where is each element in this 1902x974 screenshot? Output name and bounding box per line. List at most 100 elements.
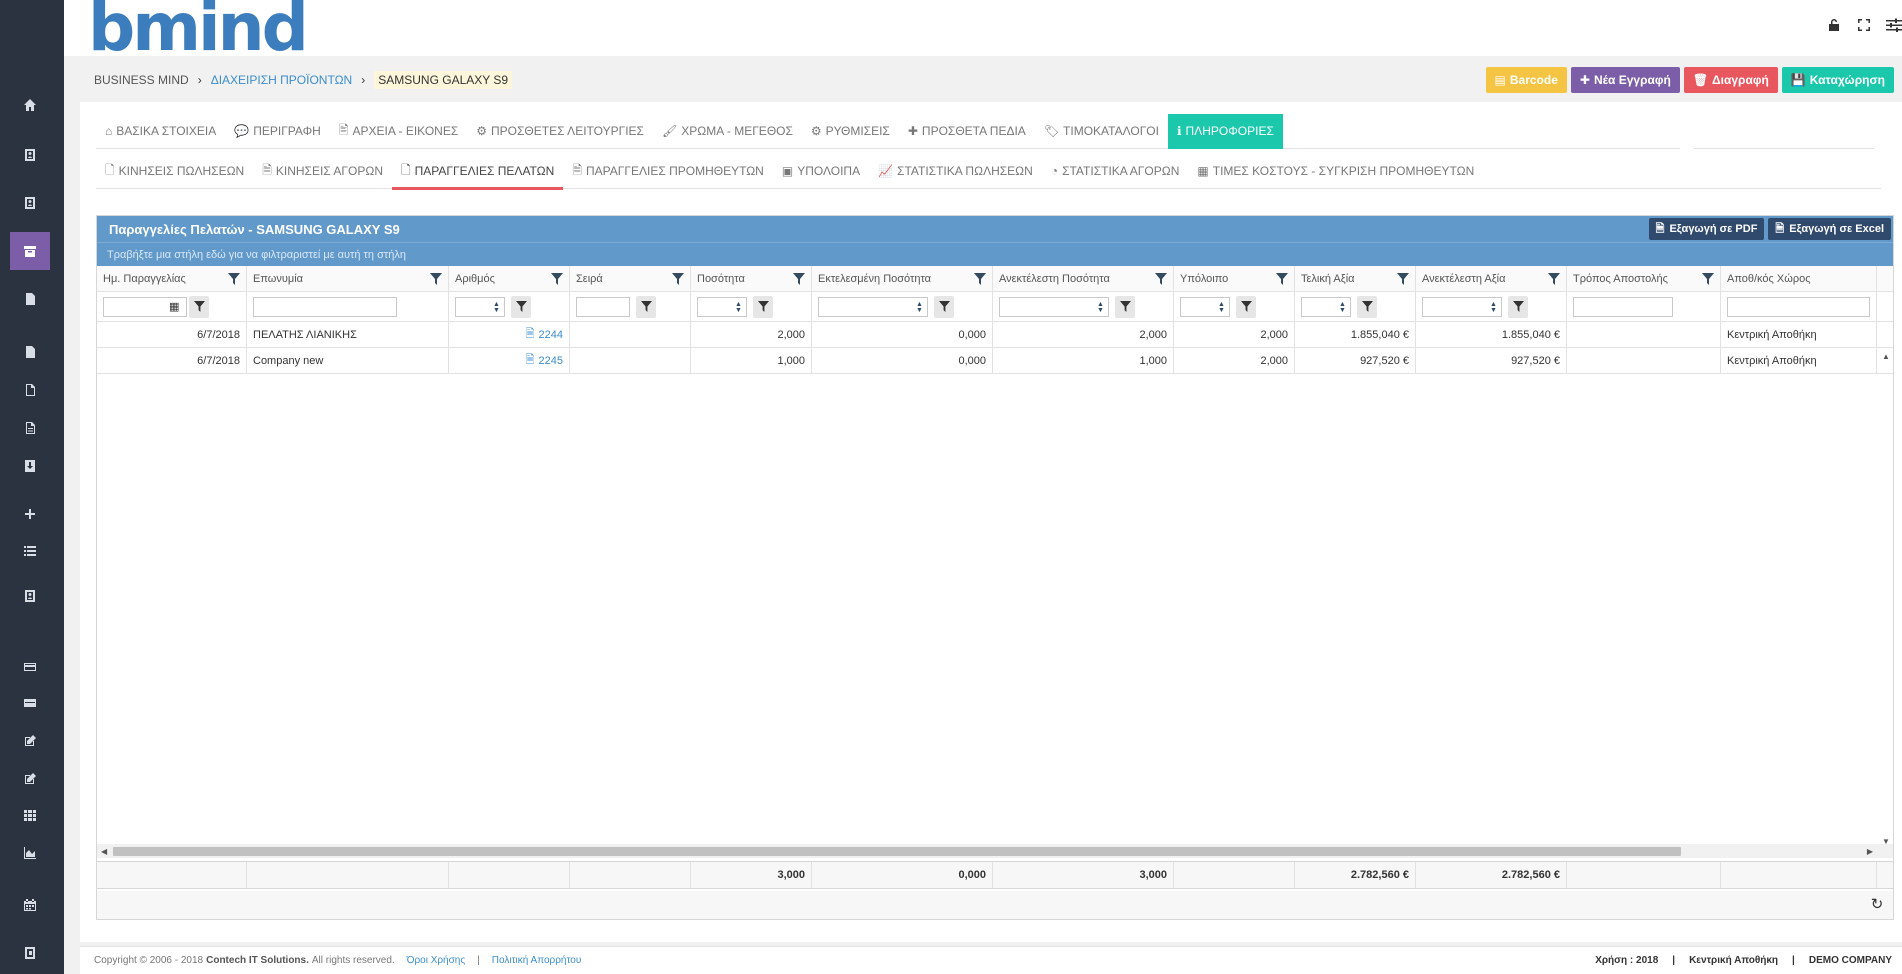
sidebar-item-orders[interactable] <box>10 409 50 447</box>
filter-icon[interactable] <box>974 272 986 285</box>
sidebar-item-contacts[interactable] <box>10 136 50 174</box>
horizontal-scroll-thumb[interactable] <box>113 847 1681 856</box>
filter-button[interactable] <box>511 295 531 318</box>
tab-extra-functions[interactable]: ⚙ ΠΡΟΣΘΕΤΕΣ ΛΕΙΤΟΥΡΓΙΕΣ <box>467 114 653 149</box>
sidebar-item-customers[interactable] <box>10 184 50 222</box>
pending-qty-filter-input[interactable]: ▲ ▼ <box>999 296 1109 317</box>
filter-icon[interactable] <box>672 272 684 285</box>
sidebar-item-users[interactable] <box>10 577 50 615</box>
spinner-arrows-icon[interactable]: ▲ ▼ <box>735 301 742 314</box>
filter-button[interactable] <box>636 295 656 318</box>
filter-icon[interactable] <box>228 272 240 285</box>
refresh-icon[interactable]: ↻ <box>1869 897 1885 913</box>
filter-icon[interactable] <box>551 272 563 285</box>
sidebar-item-lists[interactable] <box>10 532 50 570</box>
sliders-icon[interactable] <box>1886 16 1902 34</box>
app-logo[interactable]: bmind <box>88 0 309 61</box>
tab-purchase-movements[interactable]: 🗎 ΚΙΝΗΣΕΙΣ ΑΓΟΡΩΝ <box>253 154 392 189</box>
spinner-arrows-icon[interactable]: ▲ ▼ <box>1097 301 1104 314</box>
balance-filter-input[interactable]: ▲ ▼ <box>1180 296 1230 317</box>
spinner-arrows-icon[interactable]: ▲ ▼ <box>1218 301 1225 314</box>
tab-files-images[interactable]: 🖹 ΑΡΧΕΙΑ - ΕΙΚΟΝΕΣ <box>330 114 467 149</box>
horizontal-scrollbar[interactable]: ◀ ▶ <box>97 844 1893 858</box>
new-record-button[interactable]: ✚ Νέα Εγγραφή <box>1570 67 1680 93</box>
column-header[interactable]: Ανεκτέλεστη Ποσότητα <box>993 266 1174 291</box>
spinner-arrows-icon[interactable]: ▲ ▼ <box>493 301 500 314</box>
scroll-up-icon[interactable]: ▲ <box>1882 352 1890 361</box>
scroll-left-icon[interactable]: ◀ <box>101 847 107 856</box>
executed-qty-filter-input[interactable]: ▲ ▼ <box>818 296 928 317</box>
warehouse-filter-input[interactable] <box>1727 296 1870 317</box>
sidebar-item-edit-1[interactable] <box>10 722 50 760</box>
filter-icon[interactable] <box>793 272 805 285</box>
barcode-button[interactable]: ▤ Barcode <box>1485 67 1567 93</box>
sidebar-item-home[interactable] <box>10 86 50 124</box>
filter-icon[interactable] <box>1155 272 1167 285</box>
calendar-icon[interactable]: ▦ <box>169 300 179 313</box>
tab-settings[interactable]: ⚙ ΡΥΘΜΙΣΕΙΣ <box>802 114 899 149</box>
scroll-right-icon[interactable]: ▶ <box>1867 847 1873 856</box>
column-header[interactable]: Σειρά <box>570 266 691 291</box>
sidebar-item-cards[interactable] <box>10 684 50 722</box>
sidebar-item-edit-2[interactable] <box>10 760 50 798</box>
column-header[interactable]: Ημ. Παραγγελίας <box>97 266 247 291</box>
column-header[interactable]: Ανεκτέλεστη Αξία <box>1416 266 1567 291</box>
tab-balances[interactable]: ▣ ΥΠΟΛΟΙΠΑ <box>773 154 869 189</box>
filter-button[interactable] <box>189 295 209 318</box>
number-filter-input[interactable]: ▲ ▼ <box>455 296 505 317</box>
sidebar-item-documents[interactable] <box>10 280 50 318</box>
privacy-link[interactable]: Πολιτική Απορρήτου <box>492 955 582 966</box>
name-filter-input[interactable] <box>253 296 397 317</box>
group-drop-area[interactable]: Τραβήξτε μια στήλη εδώ για να φιλτραριστ… <box>97 242 1893 266</box>
series-filter-input[interactable] <box>576 296 630 317</box>
export-excel-button[interactable]: 🗎 Εξαγωγή σε Excel <box>1768 218 1891 240</box>
tab-supplier-orders[interactable]: 🗎 ΠΑΡΑΓΓΕΛΙΕΣ ΠΡΟΜΗΘΕΥΤΩΝ <box>563 154 773 189</box>
tab-sales-movements[interactable]: 🗋 ΚΙΝΗΣΕΙΣ ΠΩΛΗΣΕΩΝ <box>96 154 253 189</box>
unlock-icon[interactable] <box>1826 16 1842 34</box>
delete-button[interactable]: 🗑 Διαγραφή <box>1683 67 1778 93</box>
export-pdf-button[interactable]: 🗎 Εξαγωγή σε PDF <box>1648 218 1765 240</box>
tab-customer-orders[interactable]: 🗋 ΠΑΡΑΓΓΕΛΙΕΣ ΠΕΛΑΤΩΝ <box>391 154 564 190</box>
breadcrumb-section[interactable]: ΔΙΑΧΕΙΡΙΣΗ ΠΡΟΪΟΝΤΩΝ <box>211 73 353 87</box>
filter-icon[interactable] <box>1548 272 1560 285</box>
column-header[interactable]: Τρόπος Αποστολής <box>1567 266 1721 291</box>
column-header[interactable]: Ποσότητα <box>691 266 812 291</box>
sidebar-item-calendar[interactable] <box>10 886 50 924</box>
filter-icon[interactable] <box>1276 272 1288 285</box>
tab-description[interactable]: 💬 ΠΕΡΙΓΡΑΦΗ <box>225 114 330 149</box>
shipping-filter-input[interactable] <box>1573 296 1673 317</box>
terms-link[interactable]: Όροι Χρήσης <box>407 955 465 966</box>
tab-basic-info[interactable]: ⌂ ΒΑΣΙΚΑ ΣΤΟΙΧΕΙΑ <box>96 114 225 149</box>
sidebar-item-address-book[interactable] <box>10 934 50 972</box>
spinner-arrows-icon[interactable]: ▲ ▼ <box>1490 301 1497 314</box>
sidebar-item-add[interactable] <box>10 495 50 533</box>
order-number-link[interactable]: 🗎 2245 <box>449 348 570 373</box>
filter-button[interactable] <box>934 295 954 318</box>
filter-icon[interactable] <box>430 272 442 285</box>
sidebar-item-products[interactable] <box>10 232 50 270</box>
sidebar-item-receipts[interactable] <box>10 371 50 409</box>
filter-button[interactable] <box>753 295 773 318</box>
tab-sales-statistics[interactable]: 📈 ΣΤΑΤΙΣΤΙΚΑ ΠΩΛΗΣΕΩΝ <box>869 154 1042 189</box>
column-header[interactable]: Αποθ/κός Χώρος <box>1721 266 1877 291</box>
spinner-arrows-icon[interactable]: ▲ ▼ <box>1339 301 1346 314</box>
tab-price-lists[interactable]: 🏷 ΤΙΜΟΚΑΤΑΛΟΓΟΙ <box>1035 114 1168 149</box>
filter-button[interactable] <box>1357 295 1377 318</box>
tab-extra-fields[interactable]: ✚ ΠΡΟΣΘΕΤΑ ΠΕΔΙΑ <box>899 114 1035 149</box>
column-header[interactable]: Υπόλοιπο <box>1174 266 1295 291</box>
sidebar-item-imports[interactable] <box>10 447 50 485</box>
tab-color-size[interactable]: 🖌 ΧΡΩΜΑ - ΜΕΓΕΘΟΣ <box>653 114 802 149</box>
pending-value-filter-input[interactable]: ▲ ▼ <box>1422 296 1502 317</box>
table-row[interactable]: 6/7/2018 Company new 🗎 2245 1,000 0,000 1… <box>97 348 1893 374</box>
final-value-filter-input[interactable]: ▲ ▼ <box>1301 296 1351 317</box>
filter-button[interactable] <box>1236 295 1256 318</box>
filter-icon[interactable] <box>1702 272 1714 285</box>
quantity-filter-input[interactable]: ▲ ▼ <box>697 296 747 317</box>
filter-icon[interactable] <box>1397 272 1409 285</box>
breadcrumb-home[interactable]: BUSINESS MIND <box>94 73 189 87</box>
tab-cost-prices[interactable]: ▦ ΤΙΜΕΣ ΚΟΣΤΟΥΣ - ΣΥΓΚΡΙΣΗ ΠΡΟΜΗΘΕΥΤΩΝ <box>1188 154 1483 189</box>
sidebar-item-reports[interactable] <box>10 834 50 872</box>
fullscreen-icon[interactable] <box>1856 16 1872 34</box>
filter-button[interactable] <box>1508 295 1528 318</box>
spinner-arrows-icon[interactable]: ▲ ▼ <box>916 301 923 314</box>
